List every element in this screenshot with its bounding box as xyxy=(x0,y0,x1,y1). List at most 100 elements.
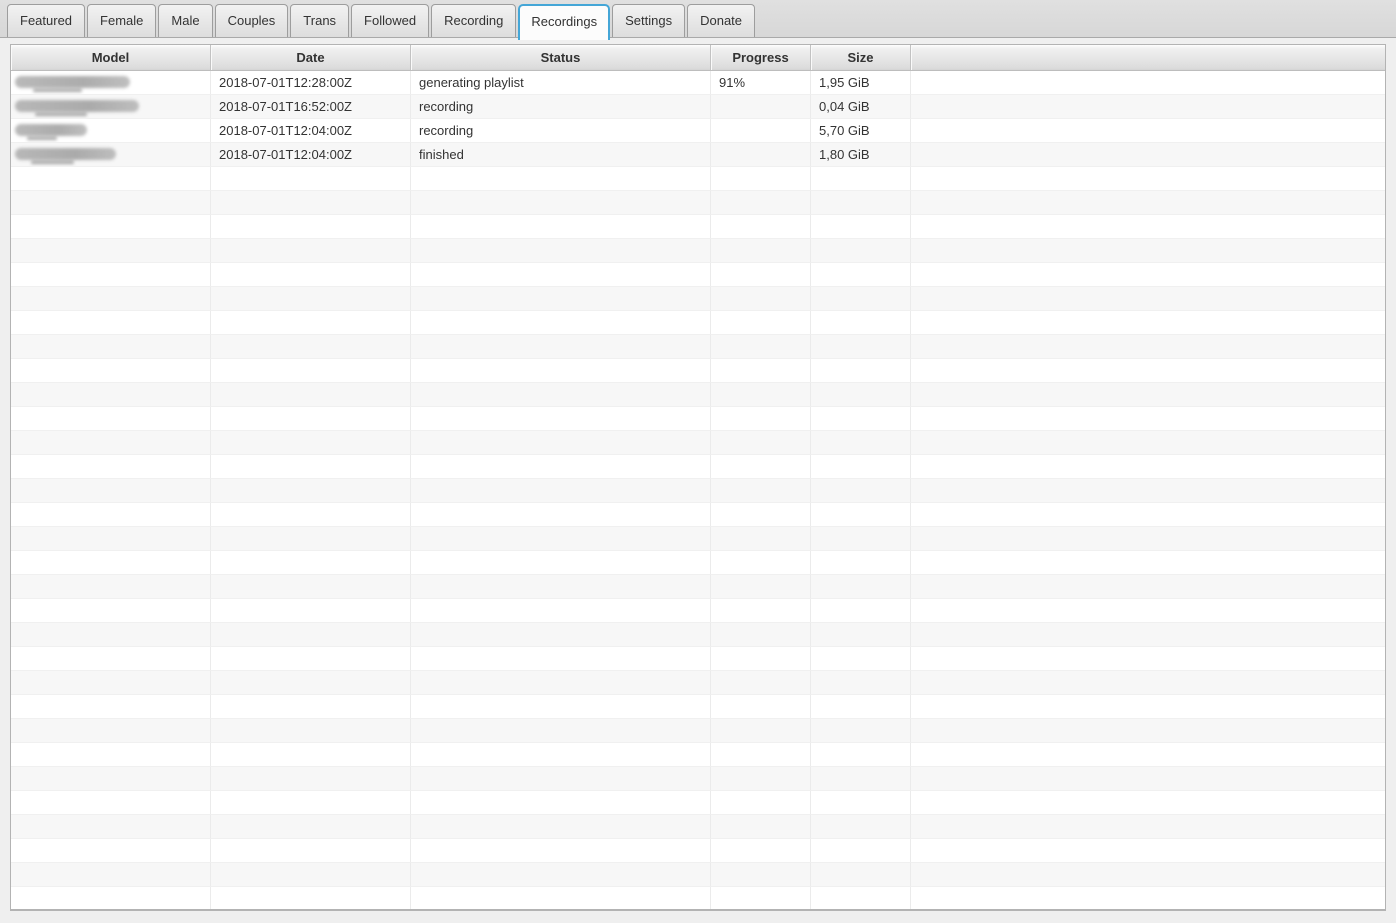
tab-label: Followed xyxy=(364,13,417,28)
tab-donate[interactable]: Donate xyxy=(687,4,756,37)
column-header-size[interactable]: Size xyxy=(811,45,911,70)
cell-model-empty xyxy=(11,359,211,383)
cell-size: 1,80 GiB xyxy=(811,143,911,167)
tab-female[interactable]: Female xyxy=(87,4,157,37)
cell-date-empty xyxy=(211,167,411,191)
table-row-empty xyxy=(11,263,1385,287)
table-row-empty xyxy=(11,815,1385,839)
cell-date-empty xyxy=(211,743,411,767)
cell-status-empty xyxy=(411,575,711,599)
cell-model-empty xyxy=(11,263,211,287)
tab-trans[interactable]: Trans xyxy=(290,4,350,37)
table-row[interactable]: 2018-07-01T12:28:00Z generating playlist… xyxy=(11,71,1385,95)
tab-couples[interactable]: Couples xyxy=(214,4,289,37)
cell-date-empty xyxy=(211,551,411,575)
cell-status-empty xyxy=(411,791,711,815)
table-row[interactable]: 2018-07-01T16:52:00Z recording 0,04 GiB xyxy=(11,95,1385,119)
cell-filler-empty xyxy=(911,695,1385,719)
cell-status-empty xyxy=(411,719,711,743)
table-row-empty xyxy=(11,215,1385,239)
table-row-empty xyxy=(11,407,1385,431)
cell-filler-empty xyxy=(911,719,1385,743)
cell-progress-empty xyxy=(711,191,811,215)
cell-size-empty xyxy=(811,551,911,575)
model-name-redacted xyxy=(15,100,139,116)
cell-model-empty xyxy=(11,551,211,575)
cell-size-empty xyxy=(811,239,911,263)
column-header-status[interactable]: Status xyxy=(411,45,711,70)
cell-progress-empty xyxy=(711,455,811,479)
model-name-redacted xyxy=(15,148,116,164)
tab-label: Settings xyxy=(625,13,673,28)
cell-size-empty xyxy=(811,455,911,479)
cell-size-empty xyxy=(811,167,911,191)
cell-status-empty xyxy=(411,311,711,335)
cell-progress-empty xyxy=(711,287,811,311)
column-header-filler xyxy=(911,45,1385,70)
cell-date-empty xyxy=(211,215,411,239)
cell-model xyxy=(11,71,211,95)
table-row[interactable]: 2018-07-01T12:04:00Z finished 1,80 GiB xyxy=(11,143,1385,167)
cell-filler-empty xyxy=(911,863,1385,887)
cell-model-empty xyxy=(11,863,211,887)
cell-filler-empty xyxy=(911,167,1385,191)
cell-progress xyxy=(711,143,811,167)
cell-filler-empty xyxy=(911,527,1385,551)
cell-date-empty xyxy=(211,575,411,599)
table-header: Model Date Status Progress Size xyxy=(11,45,1385,71)
tab-followed[interactable]: Followed xyxy=(351,4,430,37)
column-header-date[interactable]: Date xyxy=(211,45,411,70)
table-row-empty xyxy=(11,671,1385,695)
table-row-empty xyxy=(11,647,1385,671)
cell-model-empty xyxy=(11,647,211,671)
cell-model-empty xyxy=(11,383,211,407)
table-row-empty xyxy=(11,839,1385,863)
tab-recordings[interactable]: Recordings xyxy=(518,4,611,40)
cell-filler-empty xyxy=(911,287,1385,311)
tab-male[interactable]: Male xyxy=(158,4,213,37)
cell-size-empty xyxy=(811,191,911,215)
cell-status-empty xyxy=(411,479,711,503)
tab-recording[interactable]: Recording xyxy=(431,4,517,37)
cell-size-empty xyxy=(811,839,911,863)
cell-progress-empty xyxy=(711,887,811,909)
cell-filler-empty xyxy=(911,263,1385,287)
cell-progress-empty xyxy=(711,407,811,431)
tab-settings[interactable]: Settings xyxy=(612,4,686,37)
table-row[interactable]: 2018-07-01T12:04:00Z recording 5,70 GiB xyxy=(11,119,1385,143)
cell-model-empty xyxy=(11,287,211,311)
column-header-model[interactable]: Model xyxy=(11,45,211,70)
tab-label: Recordings xyxy=(531,14,598,29)
cell-model-empty xyxy=(11,311,211,335)
cell-model-empty xyxy=(11,671,211,695)
cell-date-empty xyxy=(211,359,411,383)
cell-progress-empty xyxy=(711,719,811,743)
cell-model xyxy=(11,143,211,167)
cell-filler-empty xyxy=(911,839,1385,863)
cell-size: 1,95 GiB xyxy=(811,71,911,95)
cell-filler-empty xyxy=(911,407,1385,431)
cell-date-empty xyxy=(211,695,411,719)
cell-progress xyxy=(711,119,811,143)
cell-size: 5,70 GiB xyxy=(811,119,911,143)
tab-label: Recording xyxy=(444,13,504,28)
cell-status: finished xyxy=(411,143,711,167)
cell-status-empty xyxy=(411,863,711,887)
tab-label: Donate xyxy=(700,13,743,28)
column-header-progress[interactable]: Progress xyxy=(711,45,811,70)
cell-progress-empty xyxy=(711,791,811,815)
cell-status-empty xyxy=(411,887,711,909)
cell-model-empty xyxy=(11,167,211,191)
cell-date-empty xyxy=(211,647,411,671)
tab-featured[interactable]: Featured xyxy=(7,4,86,37)
cell-filler-empty xyxy=(911,191,1385,215)
cell-progress: 91% xyxy=(711,71,811,95)
cell-size-empty xyxy=(811,359,911,383)
cell-filler-empty xyxy=(911,359,1385,383)
cell-model xyxy=(11,119,211,143)
cell-model-empty xyxy=(11,743,211,767)
cell-status-empty xyxy=(411,815,711,839)
cell-model-empty xyxy=(11,767,211,791)
cell-date-empty xyxy=(211,287,411,311)
cell-model xyxy=(11,95,211,119)
